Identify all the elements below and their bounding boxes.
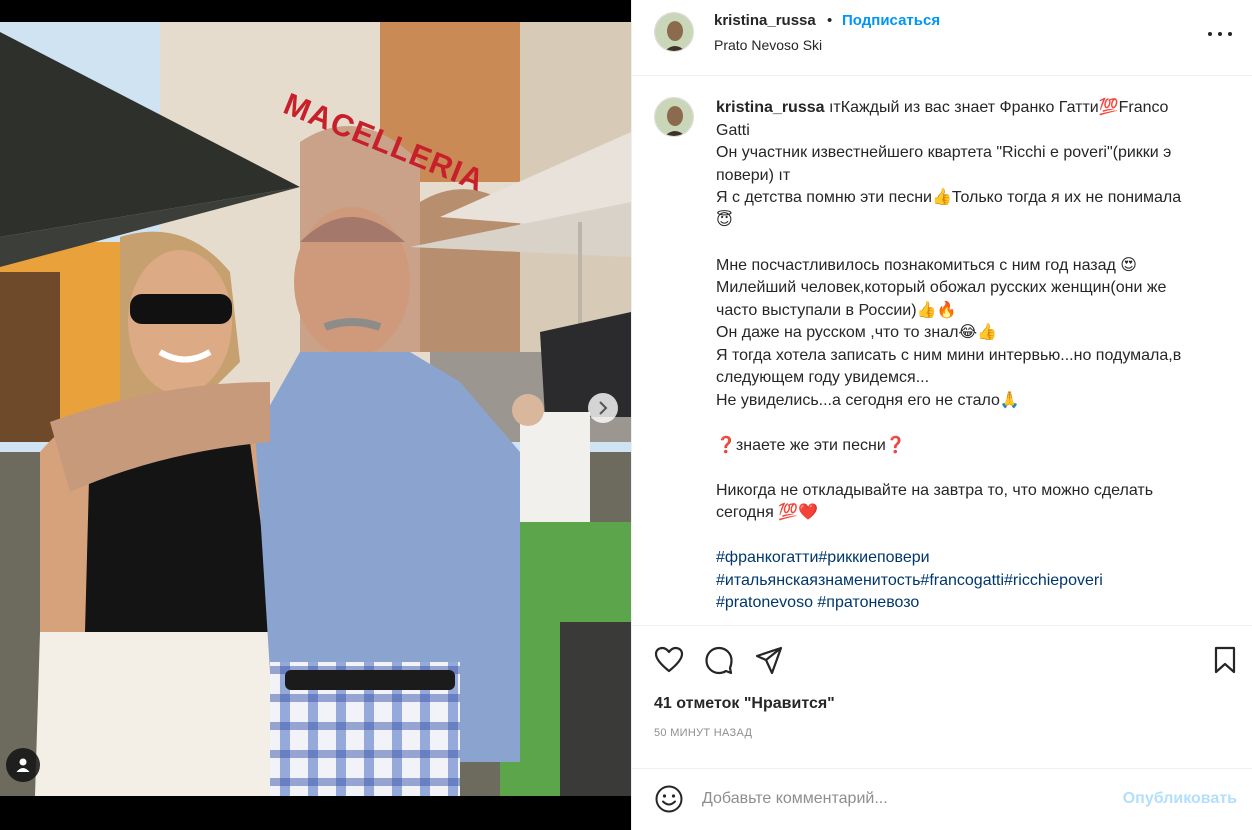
caption-line: Gatti: [716, 121, 750, 139]
caption-line: следующем году увидемся...: [716, 369, 930, 386]
caption-line: Милейший человек,который обожал русских …: [716, 279, 1167, 296]
follow-button[interactable]: Подписаться: [842, 12, 940, 29]
caption-line: Он участник известнейшего квартета "Ricc…: [716, 144, 1172, 161]
next-photo-button[interactable]: [588, 393, 618, 423]
more-dot-icon: [1228, 32, 1232, 36]
caption-line: Я с детства помню эти песни👍Только тогда…: [716, 189, 1182, 206]
caption-text: kristina_russa ıтКаждый из вас знает Фра…: [716, 97, 1236, 615]
heart-icon[interactable]: [654, 645, 684, 675]
likes-count[interactable]: 41 отметок "Нравится": [654, 695, 835, 713]
post-details-panel: kristina_russa • Подписаться Prato Nevos…: [631, 0, 1252, 830]
more-dot-icon: [1208, 32, 1212, 36]
caption-line: часто выступали в России)👍🔥: [716, 301, 957, 319]
caption-line: ❓знаете же эти песни❓: [716, 436, 906, 454]
more-options-button[interactable]: [1208, 28, 1232, 40]
caption-line: Никогда не откладывайте на завтра то, чт…: [716, 481, 1154, 499]
chevron-right-icon: [599, 401, 608, 415]
caption-line-text: ıтКаждый из вас знает Франко Гатти💯Franc…: [828, 99, 1169, 116]
paper-plane-icon[interactable]: [754, 645, 784, 675]
separator-dot: •: [827, 12, 833, 29]
more-dot-icon: [1218, 32, 1222, 36]
post-header: kristina_russa • Подписаться Prato Nevos…: [632, 0, 1252, 76]
caption-line: [716, 457, 1236, 480]
hashtag-link[interactable]: #pratonevoso #пратоневозо: [716, 592, 1236, 615]
tagged-users-button[interactable]: [6, 748, 40, 782]
hashtag-link[interactable]: #итальянскаязнаменитость#francogatti#ric…: [716, 570, 1236, 593]
comment-icon[interactable]: [704, 645, 734, 675]
caption-line: Он даже на русском ,что то знал😂👍: [716, 324, 998, 341]
caption-line: [716, 525, 1236, 548]
user-tag-icon: [16, 758, 30, 772]
bookmark-icon[interactable]: [1210, 645, 1240, 675]
caption-line: 😇: [716, 211, 733, 229]
caption-line: Не увиделись...а сегодня его не стало🙏: [716, 391, 1020, 409]
caption-line: повери) ıт: [716, 166, 791, 184]
post-actions: 41 отметок "Нравится" 50 МИНУТ НАЗАД: [632, 625, 1252, 745]
publish-button[interactable]: Опубликовать: [1123, 790, 1237, 808]
comment-input[interactable]: [702, 785, 1102, 813]
caption-username[interactable]: kristina_russa: [716, 99, 825, 116]
avatar[interactable]: [654, 97, 694, 137]
caption-section: kristina_russa ıтКаждый из вас знает Фра…: [632, 77, 1252, 625]
post-photo[interactable]: MACELLERIA: [0, 22, 631, 796]
post-media: MACELLERIA: [0, 0, 631, 830]
comment-bar: Опубликовать: [632, 768, 1252, 830]
caption-line: [716, 412, 1236, 435]
caption-line: [716, 232, 1236, 255]
caption-line: сегодня 💯❤️: [716, 504, 819, 521]
avatar[interactable]: [654, 12, 694, 52]
post-timestamp: 50 МИНУТ НАЗАД: [654, 727, 753, 739]
smiley-icon[interactable]: [654, 784, 684, 814]
caption-line: kristina_russa ıтКаждый из вас знает Фра…: [716, 97, 1236, 120]
username-link[interactable]: kristina_russa: [714, 12, 816, 29]
caption-line: Мне посчастливилось познакомиться с ним …: [716, 256, 1137, 274]
hashtag-link[interactable]: #франкогатти#риккиеповери: [716, 547, 1236, 570]
caption-line: Я тогда хотела записать с ним мини интер…: [716, 346, 1182, 364]
location-link[interactable]: Prato Nevoso Ski: [714, 37, 822, 53]
